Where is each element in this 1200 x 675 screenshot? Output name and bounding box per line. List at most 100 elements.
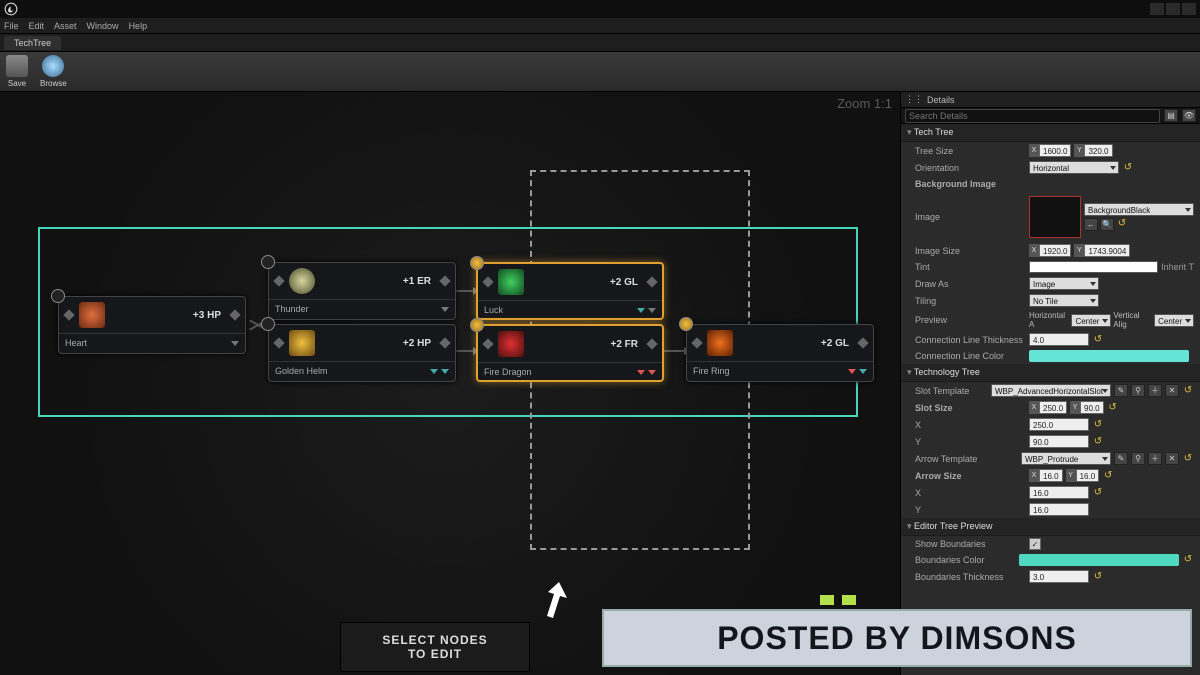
- conn-color-swatch[interactable]: [1029, 350, 1189, 362]
- lock-icon: [51, 289, 65, 303]
- max-button[interactable]: [1166, 3, 1180, 15]
- arrow-y-field[interactable]: 16.0: [1029, 503, 1089, 516]
- arrow-x-field[interactable]: 16.0: [1029, 486, 1089, 499]
- valign-combo[interactable]: Center: [1154, 314, 1194, 327]
- reset-icon[interactable]: ↺: [1092, 571, 1104, 583]
- output-pin[interactable]: [646, 276, 657, 287]
- output-pin[interactable]: [646, 338, 657, 349]
- show-boundaries-checkbox[interactable]: ✓: [1029, 538, 1041, 550]
- browse-icon[interactable]: ⚲: [1131, 384, 1145, 397]
- reset-icon[interactable]: ↺: [1182, 554, 1194, 566]
- label: X: [915, 420, 1025, 430]
- menu-edit[interactable]: Edit: [29, 21, 45, 31]
- input-pin[interactable]: [691, 337, 702, 348]
- titlebar: [0, 0, 1200, 18]
- node-golden-helm[interactable]: +2 HP Golden Helm: [268, 324, 456, 382]
- category-technology-tree[interactable]: Technology Tree: [901, 364, 1200, 382]
- input-pin[interactable]: [482, 276, 493, 287]
- menu-asset[interactable]: Asset: [54, 21, 77, 31]
- reset-icon[interactable]: ↺: [1092, 487, 1104, 499]
- document-tab[interactable]: TechTree: [4, 36, 61, 50]
- input-pin[interactable]: [273, 337, 284, 348]
- browse-asset-icon[interactable]: 🔍: [1100, 218, 1114, 231]
- save-button[interactable]: Save: [6, 55, 28, 88]
- image-size-y[interactable]: Y1743.9004: [1074, 244, 1130, 257]
- arrow-template-combo[interactable]: WBP_Protrude: [1021, 452, 1111, 465]
- floppy-icon: [6, 55, 28, 77]
- tint-swatch[interactable]: [1029, 261, 1158, 273]
- edit-icon[interactable]: ✎: [1114, 452, 1128, 465]
- tree-size-y[interactable]: Y320.0: [1074, 144, 1112, 157]
- halign-combo[interactable]: Center: [1071, 314, 1111, 327]
- reset-icon[interactable]: ↺: [1092, 419, 1104, 431]
- input-pin[interactable]: [273, 275, 284, 286]
- node-luck[interactable]: +2 GL Luck: [476, 262, 664, 320]
- slot-template-combo[interactable]: WBP_AdvancedHorizontalSlot: [991, 384, 1111, 397]
- boundaries-color-swatch[interactable]: [1019, 554, 1179, 566]
- preview-marker: [820, 595, 834, 605]
- label: Slot Template: [915, 386, 987, 396]
- browse-button[interactable]: Browse: [40, 55, 67, 88]
- node-thunder[interactable]: +1 ER Thunder: [268, 262, 456, 320]
- reset-icon[interactable]: ↺: [1122, 162, 1134, 174]
- node-stat: +2 FR: [610, 339, 638, 350]
- drawas-combo[interactable]: Image: [1029, 277, 1099, 290]
- menu-file[interactable]: File: [4, 21, 19, 31]
- category-tech-tree[interactable]: Tech Tree: [901, 124, 1200, 142]
- output-pin[interactable]: [857, 337, 868, 348]
- close-icon[interactable]: ✕: [1165, 452, 1179, 465]
- tabbar: TechTree: [0, 34, 1200, 52]
- preview-marker: [842, 595, 856, 605]
- reset-icon[interactable]: ↺: [1182, 453, 1194, 465]
- orientation-combo[interactable]: Horizontal: [1029, 161, 1119, 174]
- arrow-size-x[interactable]: X16.0: [1029, 469, 1063, 482]
- add-icon[interactable]: ＋: [1148, 452, 1162, 465]
- boundaries-thickness-field[interactable]: 3.0: [1029, 570, 1089, 583]
- output-pin[interactable]: [439, 337, 450, 348]
- conn-thickness-field[interactable]: 4.0: [1029, 333, 1089, 346]
- menu-help[interactable]: Help: [129, 21, 148, 31]
- input-pin[interactable]: [63, 309, 74, 320]
- node-name: Thunder: [275, 304, 309, 314]
- arrow-size-y[interactable]: Y16.0: [1066, 469, 1100, 482]
- output-pin[interactable]: [229, 309, 240, 320]
- close-button[interactable]: [1182, 3, 1196, 15]
- reset-icon[interactable]: ↺: [1102, 470, 1114, 482]
- image-size-x[interactable]: X1920.0: [1029, 244, 1071, 257]
- filter-icon[interactable]: ▤: [1164, 109, 1178, 122]
- reset-icon[interactable]: ↺: [1182, 385, 1194, 397]
- slot-y-field[interactable]: 90.0: [1029, 435, 1089, 448]
- node-name: Fire Ring: [693, 366, 730, 376]
- search-input[interactable]: [905, 109, 1160, 123]
- image-asset-combo[interactable]: BackgroundBlack: [1084, 203, 1194, 216]
- output-pin[interactable]: [439, 275, 450, 286]
- node-fire-ring[interactable]: +2 GL Fire Ring: [686, 324, 874, 382]
- close-icon[interactable]: ✕: [1165, 384, 1179, 397]
- node-heart[interactable]: +3 HP Heart: [58, 296, 246, 354]
- edit-icon[interactable]: ✎: [1114, 384, 1128, 397]
- graph-canvas[interactable]: Zoom 1:1 +3 HP Heart +1 ER Thunder +2 HP…: [0, 92, 900, 675]
- add-icon[interactable]: ＋: [1148, 384, 1162, 397]
- image-thumbnail[interactable]: [1029, 196, 1081, 238]
- slot-x-field[interactable]: 250.0: [1029, 418, 1089, 431]
- reset-icon[interactable]: ↺: [1107, 402, 1119, 414]
- min-button[interactable]: [1150, 3, 1164, 15]
- unlock-icon: [470, 256, 484, 270]
- slot-size-x[interactable]: X250.0: [1029, 401, 1067, 414]
- reset-icon[interactable]: ↺: [1116, 218, 1128, 230]
- eye-icon[interactable]: 👁: [1182, 109, 1196, 122]
- wire: [455, 290, 473, 292]
- tiling-combo[interactable]: No Tile: [1029, 294, 1099, 307]
- use-icon[interactable]: ←: [1084, 218, 1098, 231]
- browse-icon[interactable]: ⚲: [1131, 452, 1145, 465]
- tree-size-x[interactable]: X1600.0: [1029, 144, 1071, 157]
- thunder-icon: [289, 268, 315, 294]
- input-pin[interactable]: [482, 338, 493, 349]
- menu-window[interactable]: Window: [87, 21, 119, 31]
- category-editor-tree-preview[interactable]: Editor Tree Preview: [901, 518, 1200, 536]
- slot-size-y[interactable]: Y90.0: [1070, 401, 1104, 414]
- reset-icon[interactable]: ↺: [1092, 334, 1104, 346]
- label: Tiling: [915, 296, 1025, 306]
- node-fire-dragon[interactable]: +2 FR Fire Dragon: [476, 324, 664, 382]
- reset-icon[interactable]: ↺: [1092, 436, 1104, 448]
